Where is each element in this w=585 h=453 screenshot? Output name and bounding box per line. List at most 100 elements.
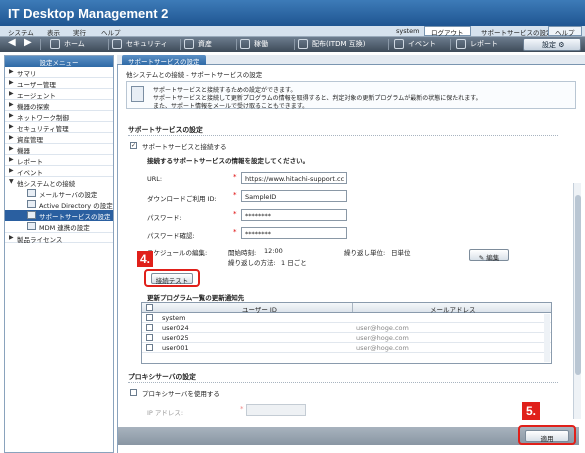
distribution-icon bbox=[298, 39, 308, 49]
document-icon bbox=[131, 86, 144, 102]
back-icon[interactable]: ◀ bbox=[8, 37, 16, 48]
sidebar-item-event[interactable]: ▶ イベント bbox=[5, 166, 113, 177]
sidebar-item-user-management[interactable]: ▶ ユーザー管理 bbox=[5, 78, 113, 89]
report-icon bbox=[456, 39, 466, 49]
table-row[interactable]: system bbox=[142, 313, 551, 323]
row-checkbox[interactable] bbox=[146, 334, 153, 341]
password-input[interactable]: ******** bbox=[241, 209, 347, 221]
forward-icon[interactable]: ▶ bbox=[24, 37, 32, 48]
password-confirm-label: パスワード確認: bbox=[147, 232, 195, 240]
sidebar-item-discovery[interactable]: ▶ 機器の探索 bbox=[5, 100, 113, 111]
url-input[interactable]: https://www.hitachi-support.cc bbox=[241, 172, 347, 184]
expand-arrow-icon: ▶ bbox=[9, 90, 14, 97]
nav-distribution[interactable]: 配布(ITDM 互換) bbox=[298, 39, 365, 50]
repeat-method-label: 繰り返しの方法: bbox=[228, 259, 276, 267]
menu-run[interactable]: 実行 bbox=[73, 27, 86, 37]
nav-event[interactable]: イベント bbox=[394, 39, 436, 50]
expand-arrow-icon: ▶ bbox=[9, 156, 14, 163]
support-connect-label: サポートサービスと接続する bbox=[142, 143, 227, 151]
table-row[interactable]: user024 user@hoge.com bbox=[142, 323, 551, 333]
password-confirm-input[interactable]: ******** bbox=[241, 227, 347, 239]
tab-support-service[interactable]: サポートサービスの設定 bbox=[122, 55, 206, 66]
repeat-unit-value: 日単位 bbox=[391, 249, 411, 257]
row-checkbox[interactable] bbox=[146, 344, 153, 351]
required-mark: * bbox=[240, 405, 244, 413]
settings-gear-icon: ⚙ bbox=[558, 41, 565, 49]
sidebar-subitem-mail-server[interactable]: メールサーバの設定 bbox=[5, 188, 113, 199]
sidebar-item-report[interactable]: ▶ レポート bbox=[5, 155, 113, 166]
support-settings-link[interactable]: サポートサービスの設定 bbox=[481, 27, 553, 37]
select-all-checkbox[interactable] bbox=[146, 304, 153, 311]
nav-bar: ◀ ▶ ホーム セキュリティ 資産 稼働 配布(ITDM 互換) イベント レポ… bbox=[0, 37, 585, 52]
expand-arrow-icon: ▶ bbox=[9, 145, 14, 152]
sidebar-item-network-control[interactable]: ▶ ネットワーク制御 bbox=[5, 111, 113, 122]
sidebar-item-asset-management[interactable]: ▶ 資産管理 bbox=[5, 133, 113, 144]
nav-security[interactable]: セキュリティ bbox=[112, 39, 168, 50]
sidebar-item-devices[interactable]: ▶ 機器 bbox=[5, 144, 113, 155]
menu-view[interactable]: 表示 bbox=[47, 27, 60, 37]
expand-arrow-icon: ▶ bbox=[9, 101, 14, 108]
nav-operation[interactable]: 稼働 bbox=[240, 39, 268, 50]
nav-settings[interactable]: 設定 ⚙ bbox=[523, 38, 581, 51]
table-row[interactable]: user025 user@hoge.com bbox=[142, 333, 551, 343]
repeat-unit-label: 繰り返し単位: bbox=[344, 249, 386, 257]
row-checkbox[interactable] bbox=[146, 324, 153, 331]
nav-assets[interactable]: 資産 bbox=[184, 39, 212, 50]
step5-highlight bbox=[518, 425, 576, 445]
menu-bar: システム 表示 実行 ヘルプ system ログアウト サポートサービスの設定 … bbox=[0, 26, 585, 37]
logout-button[interactable]: ログアウト bbox=[424, 26, 471, 37]
menu-system[interactable]: システム bbox=[8, 27, 34, 37]
tab-bar: サポートサービスの設定 bbox=[117, 55, 585, 66]
expand-arrow-icon: ▶ bbox=[9, 134, 14, 141]
sidebar-subitem-active-directory[interactable]: Active Directory の設定 bbox=[5, 199, 113, 210]
home-icon bbox=[50, 39, 60, 49]
sidebar-subitem-support-service[interactable]: サポートサービスの設定 bbox=[5, 210, 113, 221]
nav-home[interactable]: ホーム bbox=[50, 39, 85, 50]
sidebar-header: 設定メニュー bbox=[5, 56, 113, 67]
proxy-ip-input[interactable] bbox=[246, 404, 306, 416]
event-icon bbox=[394, 39, 404, 49]
download-id-input[interactable]: SampleID bbox=[241, 190, 347, 202]
operation-icon bbox=[240, 39, 250, 49]
settings-page-icon bbox=[27, 222, 36, 230]
support-connect-checkbox[interactable]: ✓ bbox=[130, 142, 137, 149]
sidebar-item-agent[interactable]: ▶ エージェント bbox=[5, 89, 113, 100]
start-time-label: 開始時刻: bbox=[228, 249, 257, 257]
app-title: IT Desktop Management 2 bbox=[0, 0, 585, 26]
sidebar-item-license[interactable]: ▶ 製品ライセンス bbox=[5, 232, 113, 244]
sidebar-item-security-management[interactable]: ▶ セキュリティ管理 bbox=[5, 122, 113, 133]
proxy-section-title: プロキシサーバの設定 bbox=[128, 373, 196, 381]
user-name: system bbox=[396, 27, 420, 35]
expand-arrow-icon: ▶ bbox=[9, 234, 14, 241]
expand-arrow-icon: ▶ bbox=[9, 123, 14, 130]
password-label: パスワード: bbox=[147, 214, 182, 222]
breadcrumb: 他システムとの接続 - サポートサービスの設定 bbox=[126, 71, 263, 79]
settings-page-icon bbox=[27, 200, 36, 208]
nav-report[interactable]: レポート bbox=[456, 39, 498, 50]
row-checkbox[interactable] bbox=[146, 314, 153, 321]
notify-title: 更新プログラム一覧の更新通知先 bbox=[147, 294, 245, 302]
settings-page-icon bbox=[27, 211, 36, 219]
scroll-thumb[interactable] bbox=[575, 195, 581, 375]
required-mark: * bbox=[233, 228, 237, 236]
expand-arrow-icon: ▶ bbox=[9, 167, 14, 174]
security-icon bbox=[112, 39, 122, 49]
table-scrollbar[interactable] bbox=[544, 314, 550, 362]
download-id-label: ダウンロードご利用 ID: bbox=[147, 195, 217, 203]
sidebar-item-external-systems[interactable]: ▼ 他システムとの接続 bbox=[5, 177, 113, 188]
start-time-value: 12:00 bbox=[264, 247, 283, 255]
settings-page-icon bbox=[27, 189, 36, 197]
repeat-method-value: 1 日ごと bbox=[281, 259, 307, 267]
url-label: URL: bbox=[147, 175, 163, 183]
main-panel: 他システムとの接続 - サポートサービスの設定 サポートサービスと接続するための… bbox=[117, 65, 585, 453]
help-button[interactable]: ヘルプ bbox=[548, 26, 582, 37]
sidebar-subitem-mdm[interactable]: MDM 連携の設定 bbox=[5, 221, 113, 232]
edit-schedule-button[interactable]: ✎ 編集 bbox=[469, 249, 509, 262]
table-row[interactable]: user001 user@hoge.com bbox=[142, 343, 551, 353]
proxy-ip-label: IP アドレス: bbox=[147, 409, 184, 417]
proxy-use-checkbox[interactable] bbox=[130, 389, 137, 396]
menu-help[interactable]: ヘルプ bbox=[101, 27, 121, 37]
pencil-icon: ✎ bbox=[478, 254, 485, 262]
sidebar-item-summary[interactable]: ▶ サマリ bbox=[5, 67, 113, 78]
main-scrollbar[interactable] bbox=[573, 183, 581, 419]
